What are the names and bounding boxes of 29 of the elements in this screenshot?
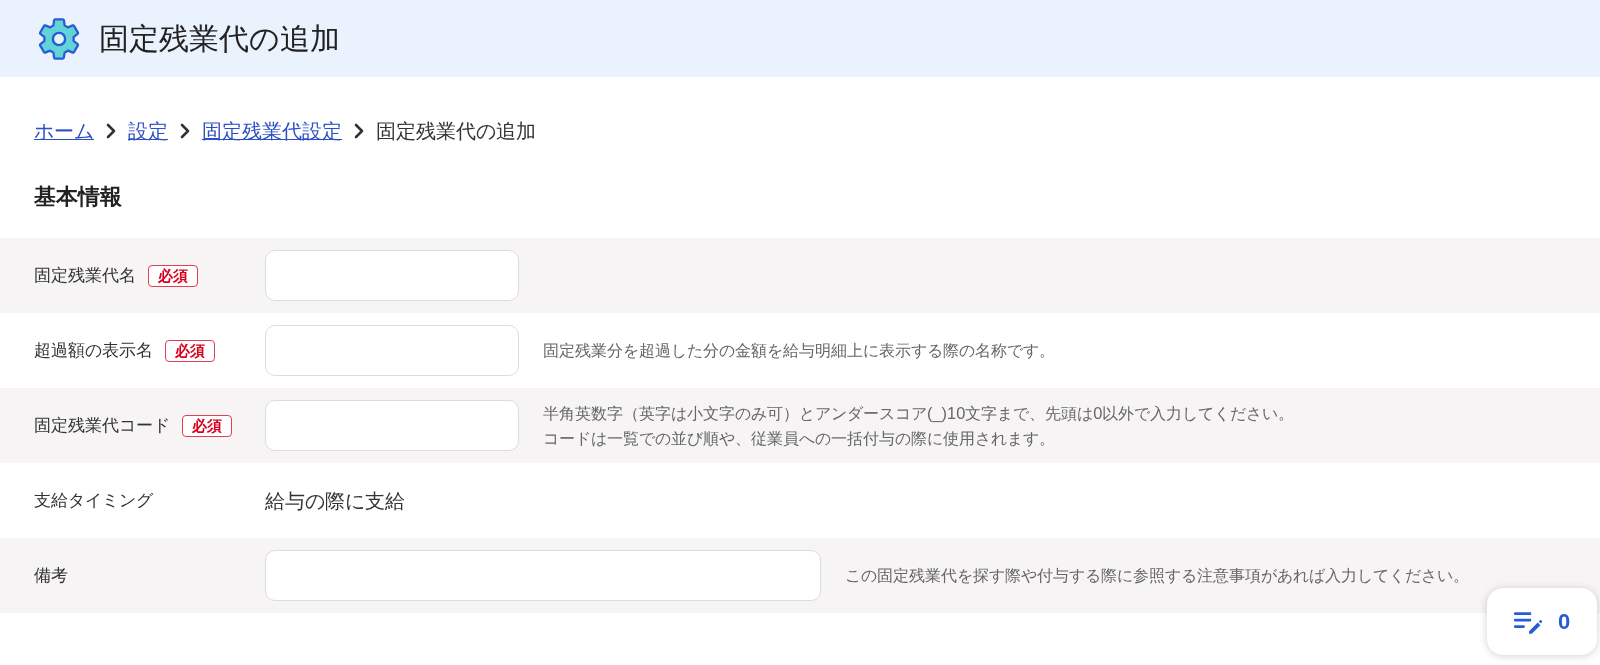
chevron-right-icon bbox=[105, 123, 117, 139]
field-label: 固定残業代名 bbox=[34, 264, 136, 287]
required-tag: 必須 bbox=[165, 339, 215, 362]
help-text: コードは一覧での並び順や、従業員への一括付与の際に使用されます。 bbox=[543, 427, 1056, 449]
field-label: 固定残業代コード bbox=[34, 414, 170, 437]
help-text: 半角英数字（英字は小文字のみ可）とアンダースコア(_)10文字まで、先頭は0以外で入力してください。 bbox=[543, 402, 1295, 424]
required-tag: 必須 bbox=[182, 414, 232, 437]
field-label: 超過額の表示名 bbox=[34, 339, 153, 362]
text-input[interactable] bbox=[265, 250, 519, 301]
section-title: 基本情報 bbox=[34, 183, 123, 211]
help-text: この固定残業代を探す際や付与する際に参照する注意事項があれば入力してください。 bbox=[845, 565, 1469, 586]
page-title: 固定残業代の追加 bbox=[99, 20, 340, 57]
text-input[interactable] bbox=[265, 400, 519, 451]
field-value: 給与の際に支給 bbox=[265, 488, 405, 514]
field-label: 備考 bbox=[34, 564, 68, 587]
required-tag: 必須 bbox=[148, 264, 198, 287]
breadcrumb-link[interactable]: ホーム bbox=[34, 118, 94, 144]
chevron-right-icon bbox=[179, 123, 191, 139]
chevron-right-icon bbox=[353, 123, 365, 139]
gear-icon bbox=[37, 16, 81, 61]
breadcrumb-current: 固定残業代の追加 bbox=[376, 119, 536, 144]
memo-count-button[interactable]: 0 bbox=[1487, 588, 1597, 655]
text-input[interactable] bbox=[265, 325, 519, 376]
help-text: 固定残業分を超過した分の金額を給与明細上に表示する際の名称です。 bbox=[543, 340, 1055, 361]
breadcrumb-link[interactable]: 固定残業代設定 bbox=[202, 118, 342, 144]
field-label: 支給タイミング bbox=[34, 489, 153, 512]
text-input[interactable] bbox=[265, 550, 821, 601]
list-edit-icon bbox=[1513, 609, 1542, 634]
breadcrumb-link[interactable]: 設定 bbox=[128, 118, 168, 144]
